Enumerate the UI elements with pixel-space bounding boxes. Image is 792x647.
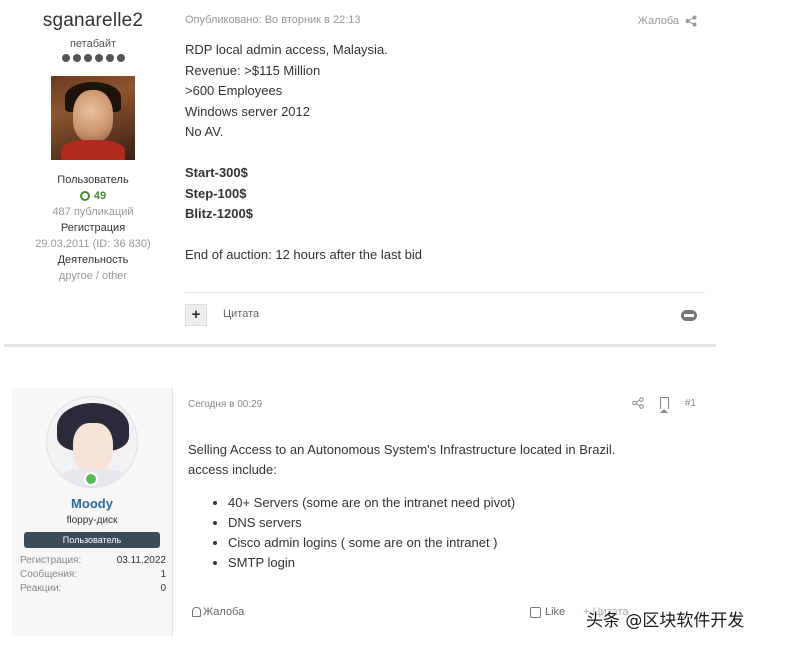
body-line: RDP local admin access, Malaysia. (185, 42, 388, 57)
step-price: Step-100$ (185, 185, 247, 201)
post-footer: + Цитата (185, 302, 705, 328)
report-link[interactable]: Жалоба (638, 15, 679, 27)
auction-end: End of auction: 12 hours after the last … (185, 247, 423, 262)
body-line: No AV. (185, 124, 224, 139)
divider (172, 388, 173, 636)
thumbs-up-icon (530, 606, 541, 618)
stat-row: Регистрация: 03.11.2022 (20, 554, 172, 568)
body-line: Selling Access to an Autonomous System's… (188, 442, 616, 457)
stat-label: Реакции: (20, 583, 62, 594)
registration-value: 29.03.2011 (ID: 36 830) (35, 238, 151, 250)
reputation-icon (79, 191, 90, 201)
author-username[interactable]: sganarelle2 (18, 10, 168, 32)
body-line: Revenue: >$115 Million (185, 62, 321, 78)
stat-label: Регистрация: (20, 555, 82, 566)
forum-post-2: Moody floppy-диск Пользователь Регистрац… (12, 388, 702, 636)
bell-icon (192, 607, 201, 617)
author-stats: Регистрация: 03.11.2022 Сообщения: 1 Реа… (12, 554, 172, 596)
like-button[interactable]: Like (530, 606, 565, 618)
list-item: DNS servers (228, 513, 698, 533)
activity-value: другое / other (58, 270, 128, 282)
post-date[interactable]: Сегодня в 00:29 (188, 399, 262, 410)
watermark: 头条 @区块软件开发 (586, 611, 745, 631)
reaction-icon[interactable] (681, 310, 697, 321)
list-item: SMTP login (228, 553, 698, 573)
online-status-icon (84, 472, 98, 486)
post-header: Опубликовано: Во вторник в 22:13 Жалоба (185, 0, 705, 40)
author-title: floppy-диск (66, 515, 118, 526)
body-line: Windows server 2012 (185, 103, 310, 119)
stat-value: 0 (160, 583, 166, 594)
body-line: access include: (188, 462, 277, 477)
stat-value: 03.11.2022 (116, 555, 166, 566)
reputation-value: 49 (93, 190, 107, 202)
post-body: Selling Access to an Autonomous System's… (188, 440, 698, 573)
share-icon[interactable] (632, 397, 644, 409)
reputation: 49 (18, 190, 168, 202)
divider (185, 292, 705, 293)
rank-dots (18, 54, 168, 62)
report-label: Жалоба (203, 606, 245, 618)
list-item: 40+ Servers (some are on the intranet ne… (228, 493, 698, 513)
bookmark-icon[interactable] (659, 397, 669, 413)
share-icon[interactable] (685, 15, 697, 27)
author-panel: sganarelle2 петабайт Пользователь 49 487… (18, 0, 168, 282)
post-separator (4, 344, 716, 347)
author-panel: Moody floppy-диск Пользователь Регистрац… (12, 388, 172, 636)
access-list: 40+ Servers (some are on the intranet ne… (188, 493, 698, 573)
post-number[interactable]: #1 (685, 398, 696, 409)
post-content: Опубликовано: Во вторник в 22:13 Жалоба … (185, 0, 705, 326)
stat-row: Реакции: 0 (20, 582, 172, 596)
post-content: Сегодня в 00:29 #1 Selling Access to an … (188, 388, 702, 636)
stat-value: 1 (160, 569, 166, 580)
report-link[interactable]: Жалоба (192, 606, 244, 618)
author-role: Пользователь (57, 174, 129, 186)
plus-button[interactable]: + (185, 304, 207, 326)
post-actions: #1 (632, 397, 696, 413)
quote-button[interactable]: Цитата (223, 308, 259, 320)
post-count: 487 публикаций (52, 206, 134, 218)
activity-label: Деятельность (57, 254, 129, 266)
post-date: Опубликовано: Во вторник в 22:13 (185, 14, 361, 26)
start-price: Start-300$ (185, 165, 248, 180)
forum-post-1: sganarelle2 петабайт Пользователь 49 487… (0, 0, 716, 347)
registration-label: Регистрация (60, 222, 126, 234)
like-label: Like (545, 606, 566, 618)
blitz-price: Blitz-1200$ (185, 206, 253, 221)
user-badge: Пользователь (24, 532, 160, 548)
stat-row: Сообщения: 1 (20, 568, 172, 582)
list-item: Cisco admin logins ( some are on the int… (228, 533, 698, 553)
body-line: >600 Employees (185, 83, 283, 98)
author-username[interactable]: Moody (12, 496, 172, 511)
avatar[interactable] (51, 76, 135, 160)
author-title: петабайт (69, 38, 117, 50)
post-body: RDP local admin access, Malaysia. Revenu… (185, 40, 705, 266)
stat-label: Сообщения: (20, 569, 78, 580)
